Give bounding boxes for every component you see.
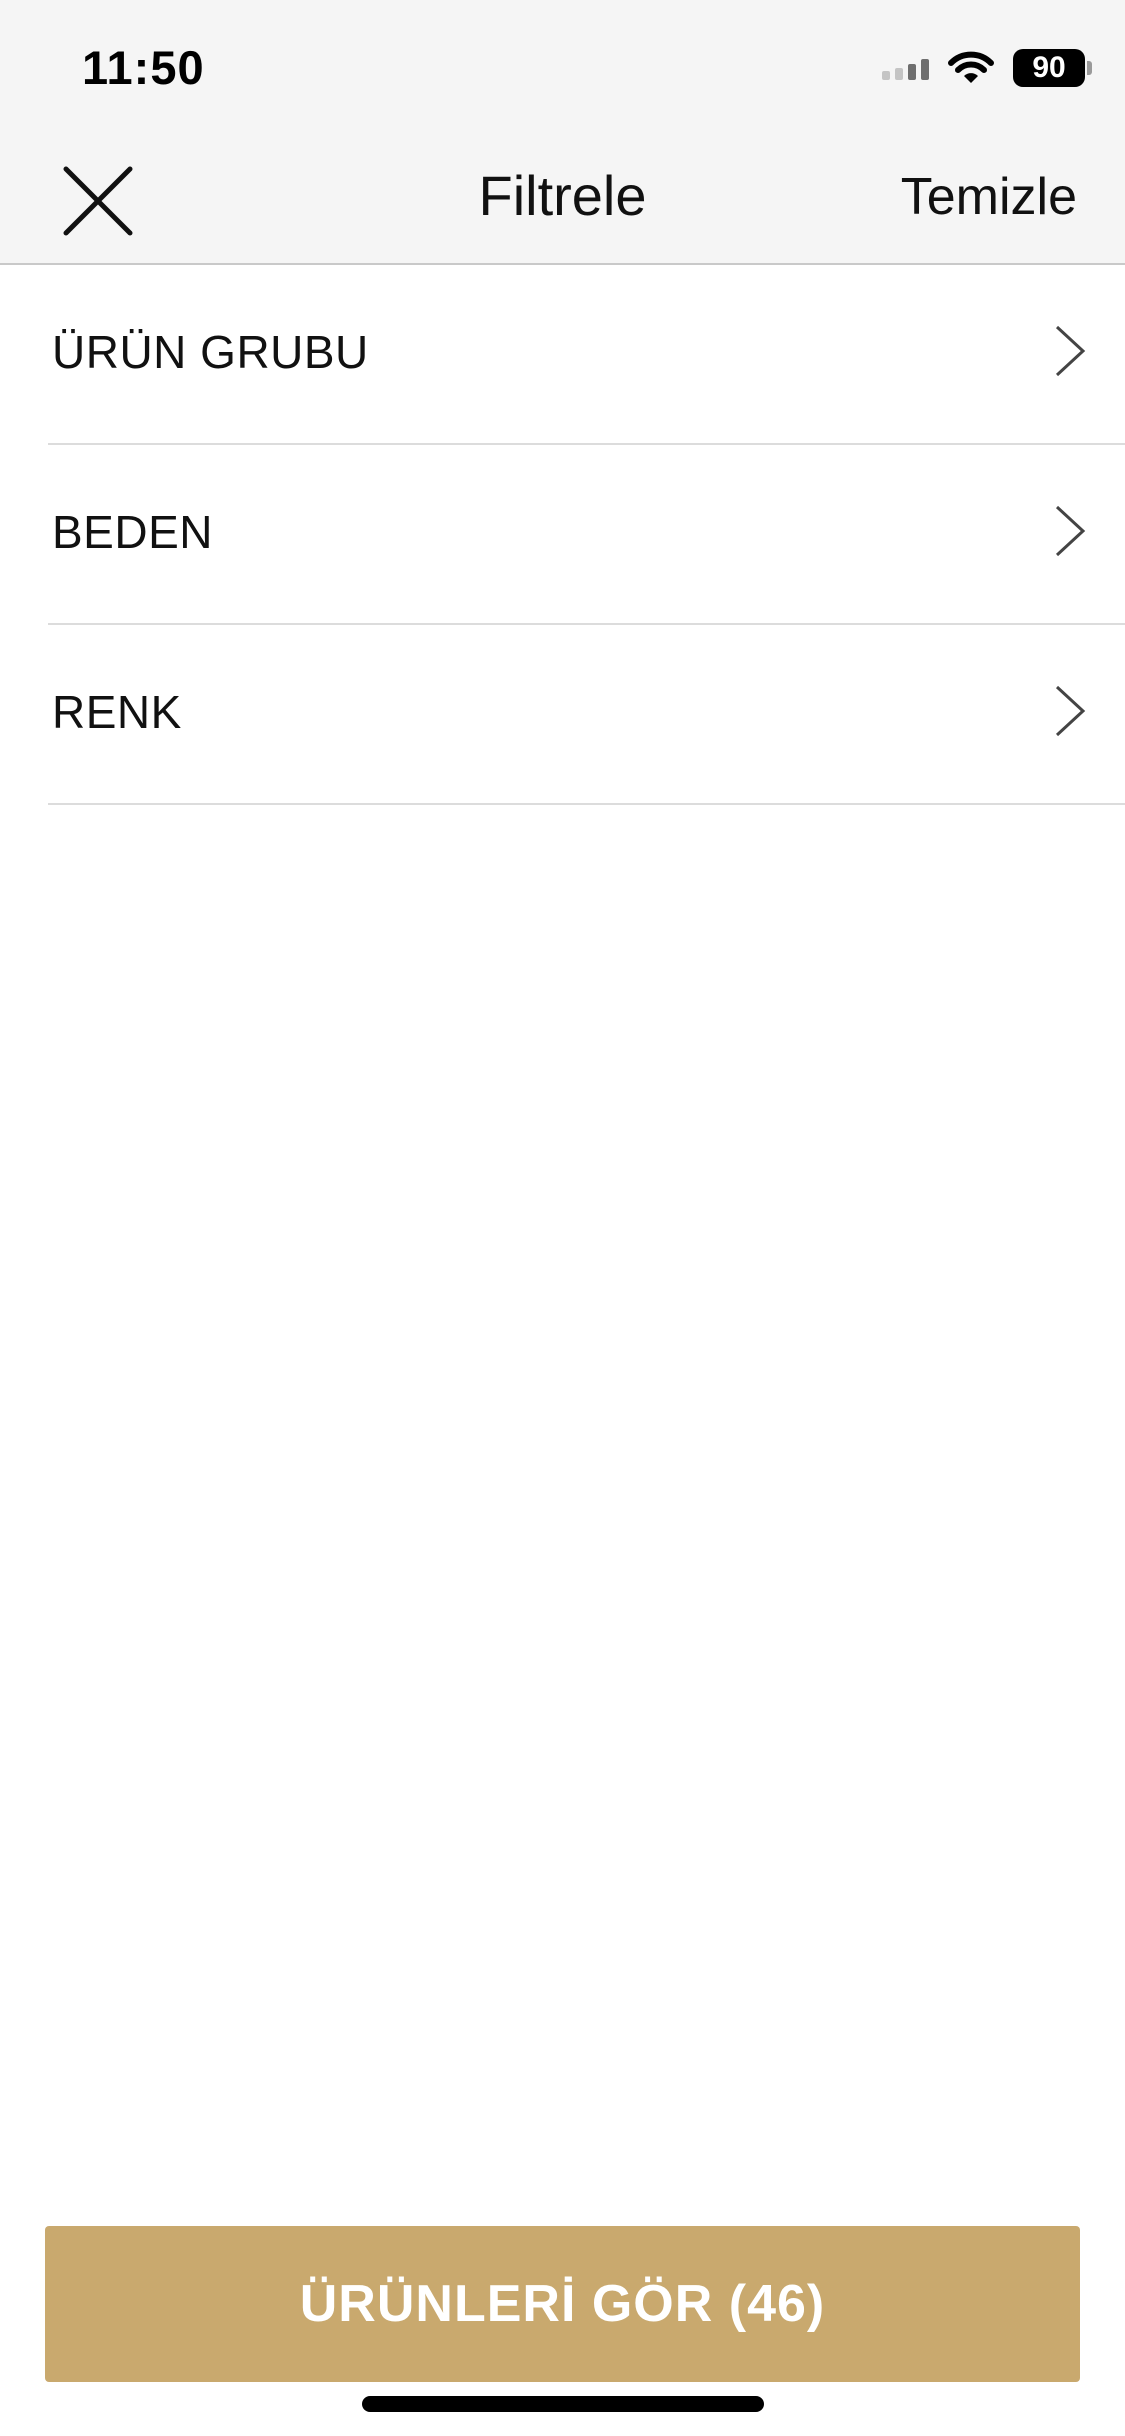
cellular-signal-icon [882, 56, 929, 80]
filter-label: BEDEN [52, 506, 213, 558]
filter-list: ÜRÜN GRUBU BEDEN RENK [0, 265, 1125, 805]
status-icons: 90 [882, 48, 1092, 88]
filter-label: RENK [52, 686, 182, 738]
show-products-button[interactable]: ÜRÜNLERİ GÖR (46) [45, 2226, 1080, 2382]
chevron-right-icon [1053, 503, 1087, 559]
battery-level: 90 [1032, 51, 1066, 84]
show-products-label: ÜRÜNLERİ GÖR (46) [299, 2275, 826, 2333]
nav-bar: Filtrele Temizle [0, 135, 1125, 265]
filter-label: ÜRÜN GRUBU [52, 326, 369, 378]
close-button[interactable] [60, 163, 136, 239]
filter-item-beden[interactable]: BEDEN [48, 445, 1125, 625]
wifi-icon [948, 51, 994, 83]
chevron-right-icon [1053, 323, 1087, 379]
top-chrome: 11:50 90 Filtrele Temizle [0, 0, 1125, 265]
chevron-right-icon [1053, 683, 1087, 739]
battery-icon: 90 [1013, 49, 1092, 87]
filter-item-renk[interactable]: RENK [48, 625, 1125, 805]
status-bar: 11:50 90 [0, 0, 1125, 135]
close-icon [63, 166, 133, 236]
filter-item-urun-grubu[interactable]: ÜRÜN GRUBU [48, 265, 1125, 445]
clear-button[interactable]: Temizle [901, 167, 1077, 227]
filter-screen: 11:50 90 Filtrele Temizle ÜRÜN GRUBU BED… [0, 0, 1125, 2436]
status-time: 11:50 [82, 41, 205, 94]
home-indicator[interactable] [362, 2396, 764, 2412]
